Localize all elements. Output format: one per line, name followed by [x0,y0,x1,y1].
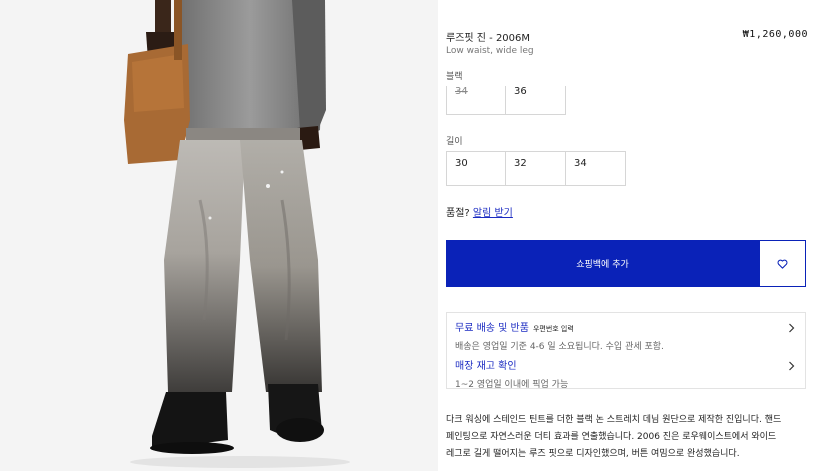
store-stock-desc: 1~2 영업일 이내에 픽업 가능 [455,380,569,390]
description-line: 레그로 길게 떨어지는 루즈 핏으로 디자인했으며, 버튼 여밈으로 완성했습니… [446,449,740,459]
size-grid: 34 36 [446,86,566,115]
zip-code-link[interactable]: 우편번호 입력 [533,325,574,333]
store-stock-title: 매장 재고 확인 [455,361,517,372]
size-option-34[interactable]: 34 [446,86,506,115]
color-label: 블랙 [446,72,463,82]
product-subtitle: Low waist, wide leg [446,46,534,56]
shipping-title: 무료 배송 및 반품 [455,323,529,334]
notify-link[interactable]: 알림 받기 [473,208,513,219]
product-price: ₩1,260,000 [742,29,808,40]
product-description: 다크 워싱에 스테인드 틴트를 더한 블랙 논 스트레치 데님 원단으로 제작한… [446,412,808,463]
soldout-notice: 품절? 알림 받기 [446,204,513,219]
shipping-row[interactable]: 무료 배송 및 반품 우편번호 입력 배송은 영업일 기준 4-6 일 소요됩니다… [455,319,797,352]
description-line: 다크 워싱에 스테인드 틴트를 더한 블랙 논 스트레치 데님 원단으로 제작한… [446,415,782,425]
shipping-desc: 배송은 영업일 기준 4-6 일 소요됩니다. 수입 관세 포함. [455,342,664,352]
length-option-30[interactable]: 30 [446,151,506,186]
size-option-36[interactable]: 36 [506,86,566,115]
product-image [0,0,438,471]
add-to-bag-label: 쇼핑백에 추가 [576,260,629,270]
add-to-bag-button[interactable]: 쇼핑백에 추가 [446,240,759,287]
description-line: 페인팅으로 자연스러운 더티 효과를 연출했습니다. 2006 진은 로우웨이스… [446,432,777,442]
model-photo [0,0,438,471]
shipping-info-box: 무료 배송 및 반품 우편번호 입력 배송은 영업일 기준 4-6 일 소요됩니다… [446,312,806,390]
store-stock-row[interactable]: 매장 재고 확인 1~2 영업일 이내에 픽업 가능 [455,357,797,390]
length-option-32[interactable]: 32 [506,151,566,186]
wishlist-button[interactable] [759,240,806,287]
length-grid: 30 32 34 [446,151,626,186]
chevron-right-icon [789,361,795,371]
soldout-text: 품절? [446,208,470,219]
length-option-34[interactable]: 34 [566,151,626,186]
product-info-panel: 루즈핏 진 - 2006M ₩1,260,000 Low waist, wide… [446,0,808,471]
heart-icon [777,259,788,269]
product-title: 루즈핏 진 - 2006M [446,33,531,44]
chevron-right-icon [789,323,795,333]
length-label: 길이 [446,137,463,147]
